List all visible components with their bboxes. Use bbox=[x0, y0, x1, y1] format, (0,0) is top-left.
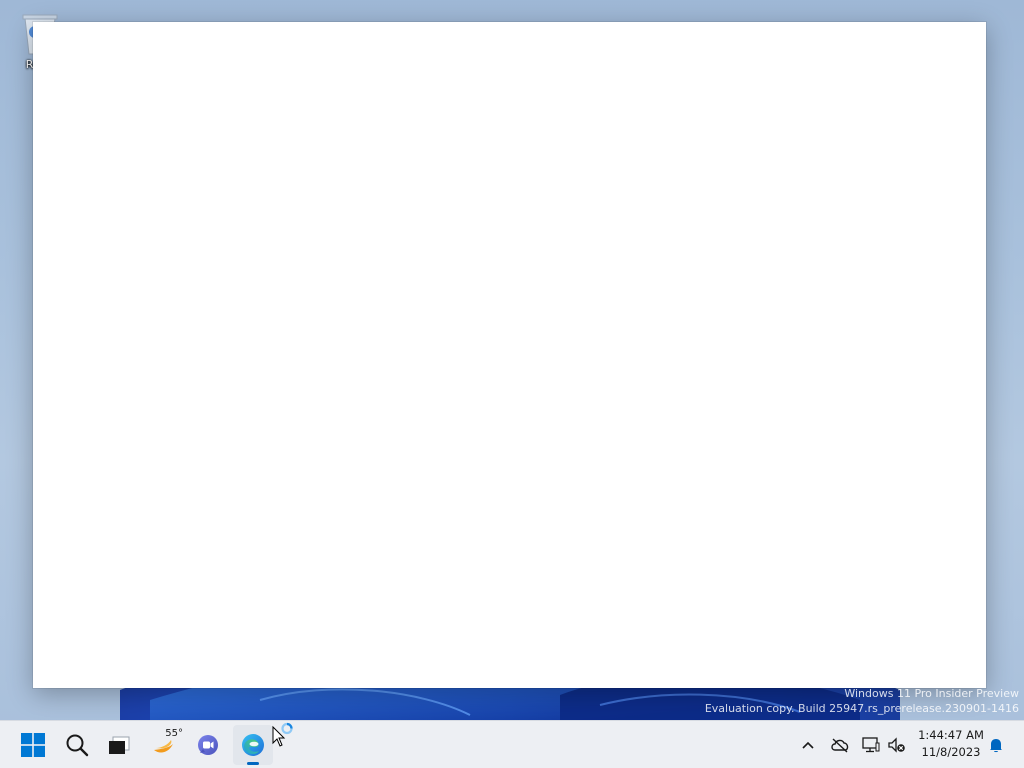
windows-logo-icon bbox=[21, 733, 45, 757]
watermark-line-1: Windows 11 Pro Insider Preview bbox=[844, 687, 1019, 700]
search-icon bbox=[66, 734, 89, 757]
start-button[interactable] bbox=[13, 725, 53, 765]
taskbar: 55° 1:44:47 AM 11/8/2023 bbox=[0, 720, 1024, 768]
active-app-indicator bbox=[247, 762, 259, 765]
search-button[interactable] bbox=[57, 725, 97, 765]
clock-date: 11/8/2023 bbox=[921, 745, 981, 759]
volume-muted-icon bbox=[888, 737, 905, 753]
edge-icon bbox=[242, 734, 264, 756]
notification-center-button[interactable] bbox=[983, 731, 1009, 759]
watermark: Windows 11 Pro Insider Preview Evaluatio… bbox=[705, 686, 1019, 716]
show-hidden-icons-button[interactable] bbox=[795, 731, 821, 759]
network-tray-button[interactable] bbox=[858, 731, 884, 759]
weather-temperature: 55° bbox=[165, 728, 183, 739]
chat-button[interactable] bbox=[188, 725, 228, 765]
widgets-button[interactable]: 55° bbox=[144, 725, 184, 765]
clock[interactable]: 1:44:47 AM 11/8/2023 bbox=[912, 727, 990, 763]
clock-time: 1:44:47 AM bbox=[918, 728, 984, 742]
task-view-button[interactable] bbox=[99, 725, 139, 765]
volume-tray-button[interactable] bbox=[884, 731, 910, 759]
chevron-up-icon bbox=[802, 741, 814, 749]
watermark-line-2: Evaluation copy. Build 25947.rs_prerelea… bbox=[704, 702, 1019, 715]
mouse-cursor-busy-icon bbox=[272, 722, 293, 747]
desktop: Recy Windows 11 Pro Insider Preview Eval… bbox=[0, 0, 1024, 768]
app-window[interactable] bbox=[33, 22, 986, 688]
notification-bell-icon bbox=[990, 739, 1002, 753]
task-view-icon bbox=[109, 736, 130, 754]
onedrive-offline-icon bbox=[831, 738, 849, 753]
chat-icon bbox=[198, 735, 218, 755]
onedrive-tray-button[interactable] bbox=[827, 731, 853, 759]
edge-button[interactable] bbox=[233, 725, 273, 765]
network-icon bbox=[862, 737, 880, 753]
